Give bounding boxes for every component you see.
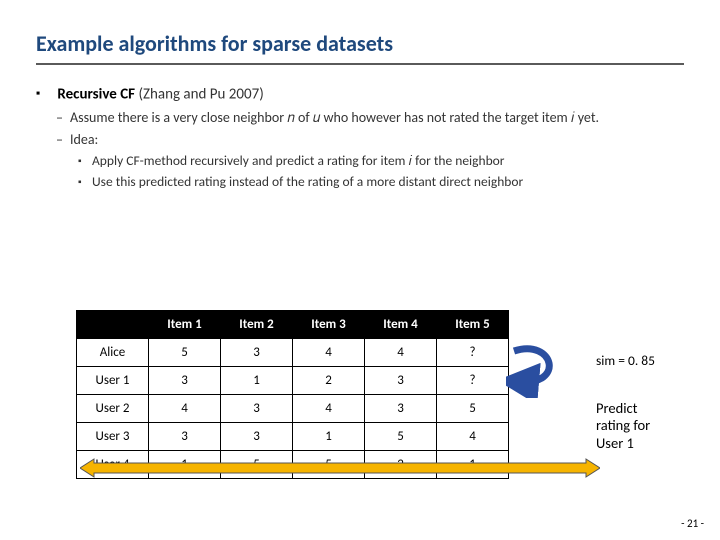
cell: 3 — [221, 423, 293, 451]
predict-label: Predict rating for User 1 — [596, 400, 706, 452]
table-row: Alice 5 3 4 4 ? — [77, 339, 509, 367]
bullet-list-level2: Assume there is a very close neighbor 𝑛 … — [36, 109, 684, 190]
bullet-idea-label: Idea: — [70, 131, 98, 148]
ratings-table: Item 1 Item 2 Item 3 Item 4 Item 5 Alice… — [76, 310, 509, 479]
bullet-heading-rest: (Zhang and Pu 2007) — [135, 85, 264, 103]
col-item1: Item 1 — [149, 311, 221, 339]
cell: 1 — [149, 451, 221, 479]
cell: 3 — [149, 367, 221, 395]
cell: 5 — [149, 339, 221, 367]
cell: 5 — [365, 423, 437, 451]
cell: 5 — [293, 451, 365, 479]
cell: 3 — [365, 395, 437, 423]
col-item4: Item 4 — [365, 311, 437, 339]
ratings-table-wrap: Item 1 Item 2 Item 3 Item 4 Item 5 Alice… — [76, 310, 509, 479]
title-rule — [36, 63, 684, 65]
bullet-heading: Recursive CF (Zhang and Pu 2007) — [57, 85, 263, 103]
cell: 3 — [149, 423, 221, 451]
cell: 1 — [293, 423, 365, 451]
cell: 3 — [221, 395, 293, 423]
cell: 1 — [221, 367, 293, 395]
table-row: User 1 3 1 2 3 ? — [77, 367, 509, 395]
predict-l3: User 1 — [596, 434, 634, 452]
cell: 4 — [293, 339, 365, 367]
cell: ? — [437, 339, 509, 367]
cell: 1 — [437, 451, 509, 479]
similarity-label: sim = 0. 85 — [596, 352, 655, 369]
cell: 3 — [221, 339, 293, 367]
table-row: User 4 1 5 5 2 1 — [77, 451, 509, 479]
table-row: User 3 3 3 1 5 4 — [77, 423, 509, 451]
cell: 4 — [149, 395, 221, 423]
bullet-idea: Idea: Apply CF-method recursively and pr… — [70, 131, 684, 190]
similarity-arrow-icon — [506, 338, 564, 398]
cell: 4 — [437, 423, 509, 451]
cell: 3 — [365, 367, 437, 395]
row-label-user2: User 2 — [77, 395, 149, 423]
bullet-recursive-cf: Recursive CF (Zhang and Pu 2007) Assume … — [36, 85, 684, 190]
bullet-list-level3: Apply CF-method recursively and predict … — [70, 152, 684, 190]
predict-l2: rating for — [596, 416, 650, 434]
row-label-user4: User 4 — [77, 451, 149, 479]
row-label-user1: User 1 — [77, 367, 149, 395]
cell: 5 — [221, 451, 293, 479]
bullet-list-level1: Recursive CF (Zhang and Pu 2007) Assume … — [36, 85, 684, 190]
slide-root: Example algorithms for sparse datasets R… — [0, 0, 720, 540]
col-item3: Item 3 — [293, 311, 365, 339]
slide-title: Example algorithms for sparse datasets — [36, 30, 684, 57]
page-number: - 21 - — [681, 517, 704, 530]
col-item2: Item 2 — [221, 311, 293, 339]
cell: 2 — [293, 367, 365, 395]
cell: 4 — [293, 395, 365, 423]
bullet-idea-a: Apply CF-method recursively and predict … — [92, 152, 684, 169]
row-label-user3: User 3 — [77, 423, 149, 451]
table-corner-cell — [77, 311, 149, 339]
cell: 5 — [437, 395, 509, 423]
cell: 4 — [365, 339, 437, 367]
table-row: User 2 4 3 4 3 5 — [77, 395, 509, 423]
col-item5: Item 5 — [437, 311, 509, 339]
cell: 2 — [365, 451, 437, 479]
cell: ? — [437, 367, 509, 395]
table-header-row: Item 1 Item 2 Item 3 Item 4 Item 5 — [77, 311, 509, 339]
bullet-idea-b: Use this predicted rating instead of the… — [92, 173, 684, 190]
bullet-assumption: Assume there is a very close neighbor 𝑛 … — [70, 109, 684, 126]
row-label-alice: Alice — [77, 339, 149, 367]
predict-l1: Predict — [596, 399, 638, 417]
bullet-heading-bold: Recursive CF — [57, 85, 135, 103]
